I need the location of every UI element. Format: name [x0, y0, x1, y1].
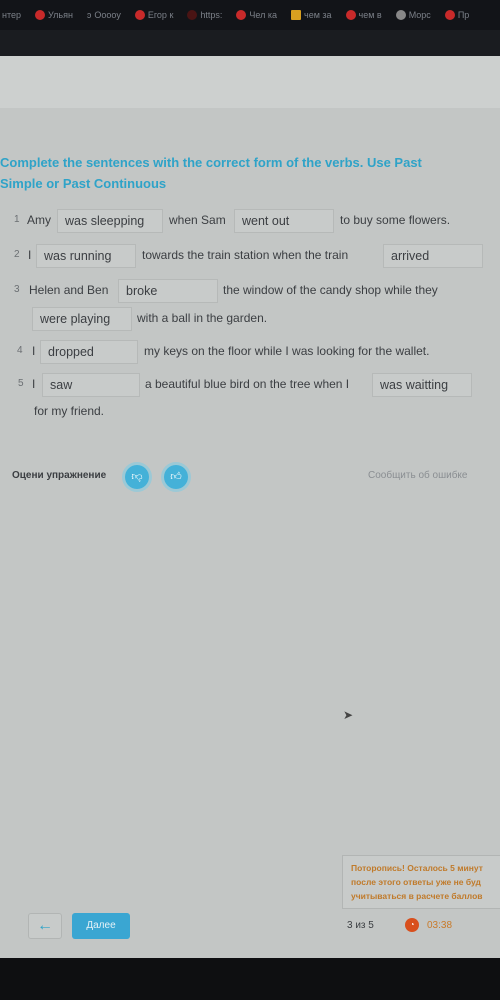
- answer-input[interactable]: was running: [36, 244, 136, 268]
- sentence-number: 1: [14, 214, 20, 225]
- answer-input[interactable]: was sleepping: [57, 209, 163, 233]
- yandex-icon: [35, 10, 46, 20]
- bookmarks-bar: нтер Ульян ͽ Ооооу Егор к https: Чел ка ч…: [0, 0, 500, 30]
- bookmark-label: Егор к: [147, 10, 174, 20]
- sentence-number: 4: [17, 345, 23, 356]
- page-header: [0, 56, 500, 108]
- warning-line: после этого ответы уже не буд: [351, 877, 481, 887]
- bookmark-label: Пр: [457, 10, 470, 20]
- bookmark[interactable]: Ульян: [35, 10, 73, 20]
- warning-line: учитываться в расчете баллов: [351, 891, 483, 901]
- bookmark-label: Ооооу: [94, 10, 121, 20]
- bookmark-label: чем в: [358, 10, 382, 20]
- bookmark[interactable]: Чел ка: [236, 10, 277, 20]
- next-button[interactable]: Далее: [72, 913, 130, 939]
- time-warning: Поторопись! Осталось 5 минут после этого…: [342, 855, 500, 909]
- sentence-text: the window of the candy shop while they: [223, 283, 438, 297]
- bookmark-label: чем за: [304, 10, 332, 20]
- like-button[interactable]: 👍︎: [164, 465, 188, 489]
- bookmark-label: https:: [200, 10, 223, 20]
- globe-icon: [395, 10, 406, 20]
- answer-input[interactable]: were playing: [32, 307, 132, 331]
- bookmark[interactable]: Егор к: [134, 10, 174, 20]
- thumbs-down-icon: 👎︎: [131, 471, 143, 483]
- sentence-text: I: [32, 377, 36, 391]
- bookmark[interactable]: Пр: [444, 10, 470, 20]
- sentence-text: with a ball in the garden.: [137, 311, 268, 325]
- timer: 03:38: [427, 920, 453, 931]
- sentence-text: towards the train station when the train: [142, 248, 349, 262]
- sentence-number: 5: [18, 378, 24, 389]
- answer-input[interactable]: arrived: [383, 244, 483, 268]
- sentence-text: my keys on the floor while I was looking…: [144, 344, 430, 358]
- yandex-icon: [444, 10, 455, 20]
- sentence-text: Amy: [27, 213, 51, 227]
- arrow-left-icon: ←: [37, 917, 53, 934]
- site-icon: [187, 10, 198, 20]
- sentence-text: I: [32, 344, 36, 358]
- sentence-text: when Sam: [169, 213, 226, 227]
- bookmark[interactable]: https:: [187, 10, 222, 20]
- sentence-text: Helen and Ben: [29, 283, 109, 297]
- clock-icon: ◔: [405, 918, 419, 932]
- dislike-button[interactable]: 👎︎: [125, 465, 149, 489]
- bookmark-label: нтер: [2, 10, 22, 20]
- sentence-text: to buy some flowers.: [340, 213, 451, 227]
- sentence-text: for my friend.: [34, 404, 105, 418]
- browser-strip: [0, 30, 500, 56]
- bookmark-label: Ульян: [48, 10, 73, 20]
- sentence-text: I: [28, 248, 32, 262]
- answer-input[interactable]: saw: [42, 373, 140, 397]
- back-button[interactable]: ←: [28, 913, 62, 939]
- bookmark-label: Чел ка: [249, 10, 278, 20]
- exercise-title: Complete the sentences with the correct …: [0, 155, 422, 191]
- mouse-cursor-icon: ➤: [343, 708, 354, 722]
- bookmark-label: Морс: [408, 10, 431, 20]
- image-icon: [291, 10, 302, 20]
- answer-input[interactable]: went out: [234, 209, 334, 233]
- yandex-icon: [345, 10, 356, 20]
- sentence-text: a beautiful blue bird on the tree when I: [145, 377, 350, 391]
- yandex-icon: [236, 10, 247, 20]
- sentence-number: 3: [14, 284, 20, 295]
- thumbs-up-icon: 👍︎: [170, 471, 182, 483]
- bookmark[interactable]: Морс: [395, 10, 431, 20]
- warning-line: Поторопись! Осталось 5 минут: [351, 863, 483, 873]
- question-counter: 3 из 5: [347, 920, 374, 931]
- answer-input[interactable]: was waitting: [372, 373, 472, 397]
- report-error-link[interactable]: Сообщить об ошибке: [368, 470, 467, 481]
- rate-exercise-label: Оцени упражнение: [12, 470, 107, 481]
- yandex-icon: [134, 10, 145, 20]
- sentence-number: 2: [14, 249, 20, 260]
- answer-input[interactable]: dropped: [40, 340, 138, 364]
- bookmark[interactable]: чем за: [291, 10, 332, 20]
- bookmark[interactable]: ͽ Ооооу: [87, 10, 121, 20]
- site-icon: ͽ: [86, 10, 92, 20]
- answer-input[interactable]: broke: [118, 279, 218, 303]
- bookmark[interactable]: нтер: [2, 10, 21, 20]
- screen-bezel: [0, 958, 500, 1000]
- bookmark[interactable]: чем в: [345, 10, 382, 20]
